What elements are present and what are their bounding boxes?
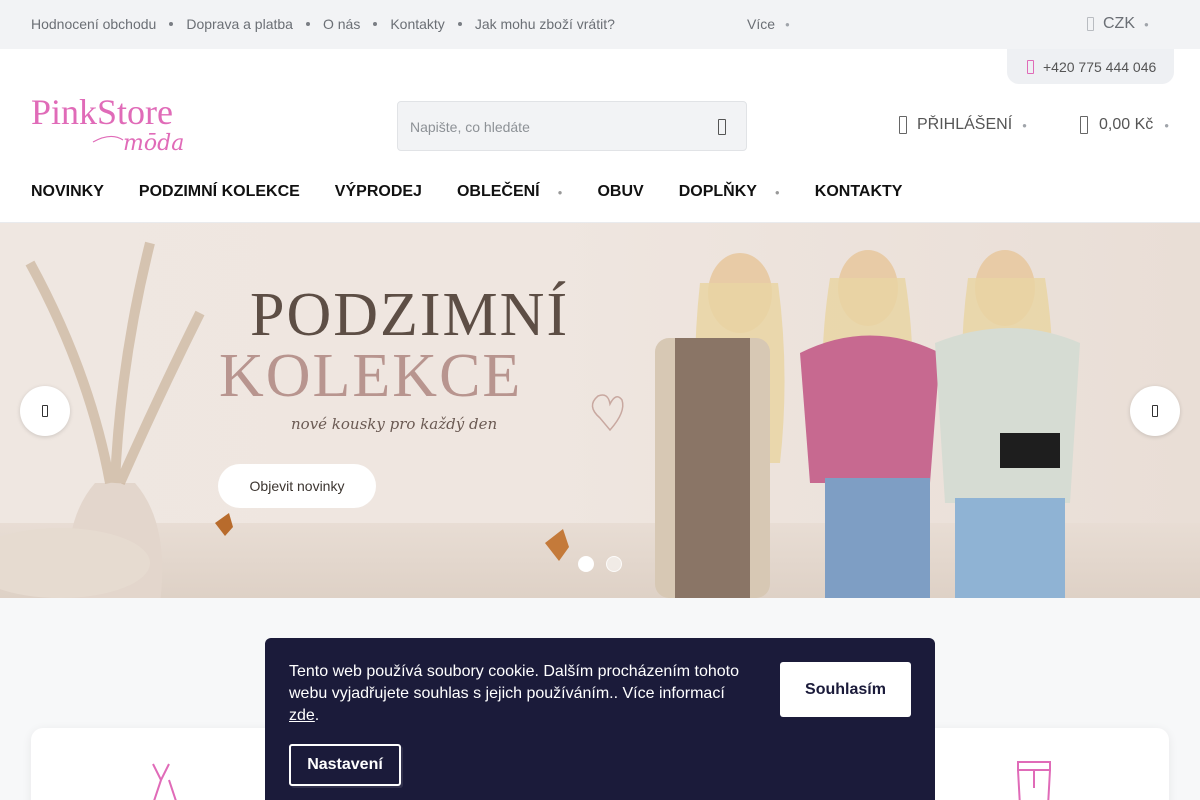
top-link-about[interactable]: O nás [323,16,360,32]
logo-text-main: PinkStore [31,92,173,132]
separator-dot [169,22,174,26]
search-icon[interactable] [718,119,726,135]
top-link-shipping[interactable]: Doprava a platba [186,16,293,32]
more-label: Více [747,16,776,32]
cookie-message: Tento web používá soubory cookie. Dalším… [289,663,740,702]
cart-icon [1080,116,1088,134]
nav-item-obuv[interactable]: OBUV [597,183,643,201]
nav-item-doplnky[interactable]: DOPLŇKY ● [679,183,780,201]
pampas-grass [25,241,205,486]
model-left [655,253,785,598]
cart-total: 0,00 Kč [1099,116,1154,133]
cart-button[interactable]: 0,00 Kč ● [1080,116,1169,134]
phone-icon [1027,59,1034,74]
pants-icon [1017,761,1051,800]
login-label: PŘIHLÁŠENÍ [917,116,1013,133]
chevron-down-icon: ● [1144,19,1149,29]
nav-item-obleceni[interactable]: OBLEČENÍ ● [457,183,563,201]
cookie-text: Tento web používá soubory cookie. Dalším… [289,661,759,727]
separator-dot [457,22,462,26]
top-link-contacts[interactable]: Kontakty [390,16,444,32]
autumn-leaf [215,513,233,536]
cookie-settings-button[interactable]: Nastavení [289,744,401,786]
main-nav: NOVINKY PODZIMNÍ KOLEKCE VÝPRODEJ OBLEČE… [31,183,937,201]
separator-dot [373,22,378,26]
phone-number: +420 775 444 046 [1043,58,1157,75]
carousel-prev-button[interactable] [20,386,70,436]
top-bar: Hodnocení obchodu Doprava a platba O nás… [0,0,1200,49]
chevron-down-icon: ● [557,187,563,197]
carousel-dot-2[interactable] [606,556,622,572]
dress-icon [152,763,177,800]
more-dropdown[interactable]: Více ● [747,16,790,32]
hero-title-line2: KOLEKCE [219,342,523,410]
chevron-left-icon [42,405,48,417]
chevron-down-icon: ● [1164,120,1170,130]
chevron-right-icon [1152,405,1158,417]
heart-doodle [591,394,624,432]
hero-illustration [0,241,1080,598]
cookie-trailing: . [314,707,320,724]
autumn-leaf [545,529,569,561]
search-box [397,101,747,151]
top-link-reviews[interactable]: Hodnocení obchodu [31,16,156,32]
nav-item-novinky[interactable]: NOVINKY [31,183,104,201]
nav-label: OBUV [597,183,644,200]
nav-label: OBLEČENÍ [456,183,540,200]
search-input[interactable] [410,116,690,138]
hero-cta-button[interactable]: Objevit novinky [218,464,376,508]
chevron-down-icon: ● [1022,120,1027,130]
carousel-next-button[interactable] [1130,386,1180,436]
model-right [935,250,1080,598]
nav-label: DOPLŇKY [678,183,757,200]
phone-contact[interactable]: +420 775 444 046 [1007,49,1174,84]
top-links: Hodnocení obchodu Doprava a platba O nás… [31,16,615,32]
cookie-banner: Tento web používá soubory cookie. Dalším… [265,638,935,800]
nav-label: NOVINKY [31,183,104,200]
logo-text-sub: mōda [123,131,184,156]
nav-label: KONTAKTY [814,183,903,200]
nav-item-vyprodej[interactable]: VÝPRODEJ [335,183,422,201]
carousel-dots [578,556,622,572]
currency-label: CZK [1103,15,1135,32]
chevron-down-icon: ● [785,19,790,29]
model-center [800,250,940,598]
pinkstore-logo[interactable]: PinkStore mōda [31,92,196,160]
top-link-returns[interactable]: Jak mohu zboží vrátit? [475,16,615,32]
nav-item-podzimni-kolekce[interactable]: PODZIMNÍ KOLEKCE [139,183,300,201]
currency-selector[interactable]: CZK ● [1087,15,1149,33]
separator-dot [305,22,310,26]
nav-label: PODZIMNÍ KOLEKCE [138,183,300,200]
nav-item-kontakty[interactable]: KONTAKTY [815,183,903,201]
chevron-down-icon: ● [774,187,780,197]
hero-banner[interactable]: PODZIMNÍ KOLEKCE nové kousky pro každý d… [0,223,1200,598]
cookie-more-link[interactable]: zde [289,707,315,724]
cookie-agree-button[interactable]: Souhlasím [780,662,911,717]
carousel-dot-1[interactable] [578,556,594,572]
nav-label: VÝPRODEJ [334,183,422,200]
logo-swash [92,135,124,143]
currency-icon [1087,17,1094,31]
login-button[interactable]: PŘIHLÁŠENÍ ● [899,116,1027,134]
hero-subtitle: nové kousky pro každý den [291,415,498,433]
user-icon [899,116,907,134]
